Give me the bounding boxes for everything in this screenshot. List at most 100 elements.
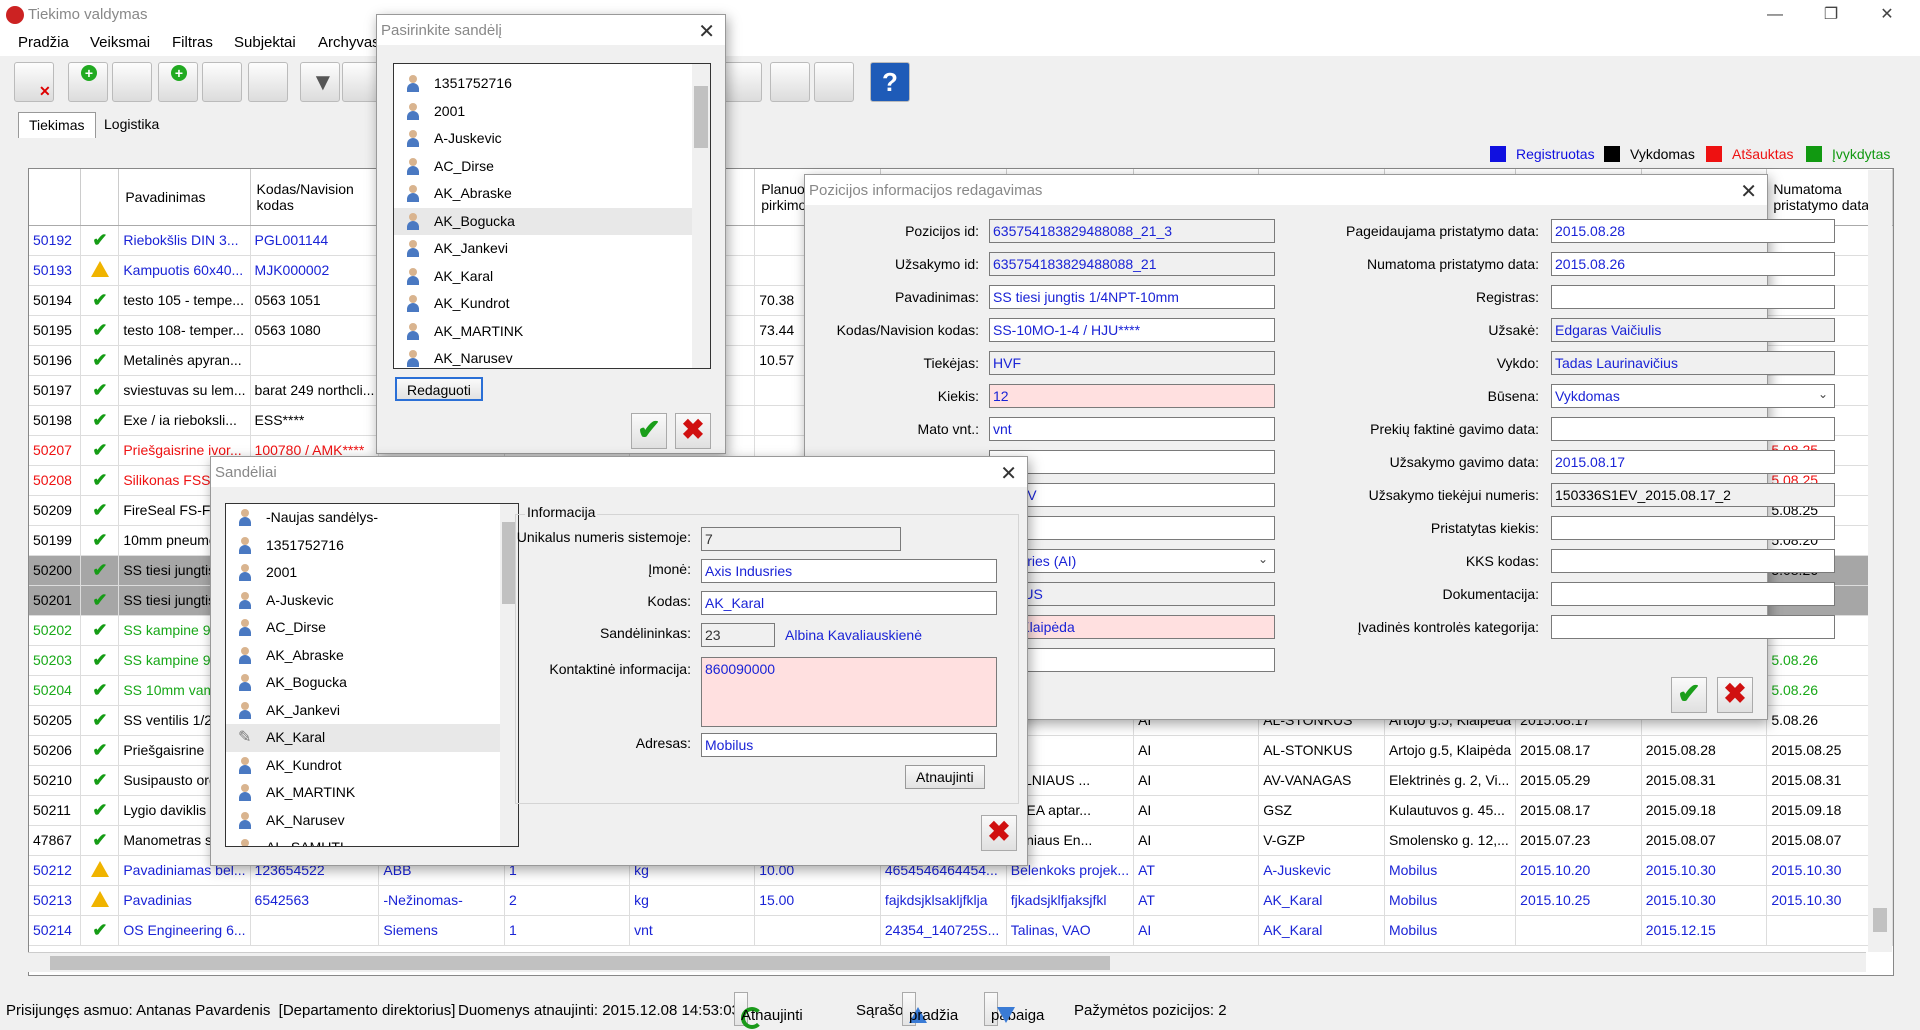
- menu-pradzia[interactable]: Pradžia: [18, 34, 69, 51]
- cell-c3[interactable]: -Nežinomas-: [378, 885, 506, 916]
- cell-c10[interactable]: AV-VANAGAS: [1258, 765, 1385, 796]
- select-warehouse-item[interactable]: AK_MARTINK: [394, 318, 710, 346]
- cell-c13[interactable]: 2015.08.31: [1641, 765, 1768, 796]
- select-warehouse-item[interactable]: AK_Karal: [394, 263, 710, 291]
- cell-c9[interactable]: AI: [1133, 795, 1260, 826]
- select-warehouse-item[interactable]: A-Juskevic: [394, 125, 710, 153]
- field-input[interactable]: Edgaras Vaičiulis: [1551, 318, 1835, 342]
- grid-vertical-scrollbar[interactable]: [1868, 170, 1892, 952]
- cell-c11[interactable]: Mobilus: [1384, 915, 1517, 946]
- warehouse-item[interactable]: AK_Jankevi: [226, 697, 518, 725]
- cell-c9[interactable]: AI: [1133, 735, 1260, 766]
- code-field[interactable]: AK_Karal: [701, 591, 997, 615]
- select-warehouse-item[interactable]: AC_Dirse: [394, 153, 710, 181]
- scroll-thumb[interactable]: [1873, 908, 1887, 932]
- cell-name[interactable]: testo 108- temper...: [118, 315, 251, 346]
- cell-id[interactable]: 47867: [29, 825, 82, 856]
- cell-id[interactable]: 50211: [29, 795, 82, 826]
- field-input[interactable]: HVF: [989, 351, 1275, 375]
- position-save-button[interactable]: ✔: [1671, 677, 1707, 713]
- select-warehouse-list[interactable]: 1351752716 2001 A-Juskevic AC_Dirse AK_Abras…: [393, 63, 711, 369]
- cell-code[interactable]: ESS****: [250, 405, 380, 436]
- col-status[interactable]: [80, 169, 120, 226]
- cell-c12[interactable]: 2015.08.17: [1515, 735, 1642, 766]
- col-id[interactable]: [29, 169, 82, 226]
- cell-code[interactable]: PGL001144: [250, 225, 380, 256]
- field-input[interactable]: g.5, Klaipėda: [989, 615, 1275, 639]
- field-input[interactable]: 2015.08.17: [1551, 450, 1835, 474]
- cell-name[interactable]: Pavadinias: [118, 885, 251, 916]
- cell-c11[interactable]: Mobilus: [1384, 885, 1517, 916]
- cell-c13[interactable]: 2015.08.28: [1641, 735, 1768, 766]
- select-warehouse-item[interactable]: AK_Kundrot: [394, 290, 710, 318]
- cell-id[interactable]: 50198: [29, 405, 82, 436]
- warehouse-item[interactable]: 1351752716: [226, 532, 518, 560]
- cell-c11[interactable]: Artojo g.5, Klaipėda: [1384, 735, 1517, 766]
- details-button[interactable]: [814, 62, 854, 102]
- cell-id[interactable]: 50196: [29, 345, 82, 376]
- cell-code[interactable]: 0563 1051: [250, 285, 380, 316]
- field-input[interactable]: ONKUS: [989, 582, 1275, 606]
- field-input[interactable]: Tadas Laurinavičius: [1551, 351, 1835, 375]
- cell-id[interactable]: 50212: [29, 855, 82, 886]
- warehouse-item[interactable]: AL_SAMUTI: [226, 834, 518, 846]
- cell-id[interactable]: 50214: [29, 915, 82, 946]
- cell-c10[interactable]: AL-STONKUS: [1258, 735, 1385, 766]
- help-button[interactable]: ?: [870, 62, 910, 102]
- field-input[interactable]: 12: [989, 384, 1275, 408]
- field-input[interactable]: 150336S1EV_2015.08.17_2: [1551, 483, 1835, 507]
- cell-code[interactable]: barat 249 northcli...: [250, 375, 380, 406]
- field-input[interactable]: SS tiesi jungtis 1/4NPT-10mm: [989, 285, 1275, 309]
- cell-id[interactable]: 50200: [29, 555, 82, 586]
- warehouse-cancel-button[interactable]: ✖: [981, 815, 1017, 851]
- select-cancel-button[interactable]: ✖: [675, 413, 711, 449]
- field-input[interactable]: [1551, 516, 1835, 540]
- menu-subjektai[interactable]: Subjektai: [234, 34, 296, 51]
- cell-c9[interactable]: AT: [1133, 855, 1260, 886]
- field-input[interactable]: 635754183829488088_21: [989, 252, 1275, 276]
- cell-c12[interactable]: 2015.08.17: [1515, 795, 1642, 826]
- cell-code[interactable]: [250, 915, 380, 946]
- cell-id[interactable]: 50206: [29, 735, 82, 766]
- cell-c6[interactable]: 15.00: [754, 885, 881, 916]
- cell-c6[interactable]: [754, 915, 881, 946]
- cell-id[interactable]: 50205: [29, 705, 82, 736]
- select-warehouse-item[interactable]: 2001: [394, 98, 710, 126]
- cell-c9[interactable]: AI: [1133, 825, 1260, 856]
- keeper-id-field[interactable]: 23: [701, 623, 775, 647]
- cell-name[interactable]: sviestuvas su lem...: [118, 375, 251, 406]
- cell-c13[interactable]: 2015.10.30: [1641, 885, 1768, 916]
- warehouse-item[interactable]: AC_Dirse: [226, 614, 518, 642]
- cell-id[interactable]: 50207: [29, 435, 82, 466]
- cell-c5[interactable]: kg: [629, 885, 756, 916]
- list-start-button[interactable]: pradžia: [902, 992, 958, 1026]
- cell-c12[interactable]: 2015.10.25: [1515, 885, 1642, 916]
- cell-c11[interactable]: Mobilus: [1384, 855, 1517, 886]
- cell-c12[interactable]: [1515, 915, 1642, 946]
- cell-c11[interactable]: Smolensko g. 12,...: [1384, 825, 1517, 856]
- table-button[interactable]: [248, 62, 288, 102]
- cell-name[interactable]: Metalinės apyran...: [118, 345, 251, 376]
- cell-id[interactable]: 50201: [29, 585, 82, 616]
- warehouses-dialog-close-button[interactable]: ✕: [1000, 461, 1017, 486]
- cell-id[interactable]: 50208: [29, 465, 82, 496]
- field-input[interactable]: 08.17: [989, 648, 1275, 672]
- select-warehouse-item[interactable]: AK_Jankevi: [394, 235, 710, 263]
- col-kodas[interactable]: Kodas/Navision kodas: [250, 169, 380, 226]
- tab-tiekimas[interactable]: Tiekimas: [18, 112, 96, 138]
- warehouse-item[interactable]: 2001: [226, 559, 518, 587]
- cell-id[interactable]: 50213: [29, 885, 82, 916]
- cell-id[interactable]: 50203: [29, 645, 82, 676]
- warehouse-item[interactable]: ✎ AK_Karal: [226, 724, 518, 752]
- cell-c10[interactable]: AK_Karal: [1258, 885, 1385, 916]
- address-field[interactable]: Mobilus: [701, 733, 997, 757]
- warehouse-item[interactable]: AK_MARTINK: [226, 779, 518, 807]
- cell-c10[interactable]: V-GZP: [1258, 825, 1385, 856]
- warehouse-item[interactable]: AK_Kundrot: [226, 752, 518, 780]
- cell-c3[interactable]: Siemens: [378, 915, 506, 946]
- cell-id[interactable]: 50199: [29, 525, 82, 556]
- menu-archyvas[interactable]: Archyvas: [318, 34, 380, 51]
- add-item-button[interactable]: +: [158, 62, 198, 102]
- cell-c4[interactable]: 2: [504, 885, 631, 916]
- maximize-button[interactable]: ❐: [1808, 2, 1854, 28]
